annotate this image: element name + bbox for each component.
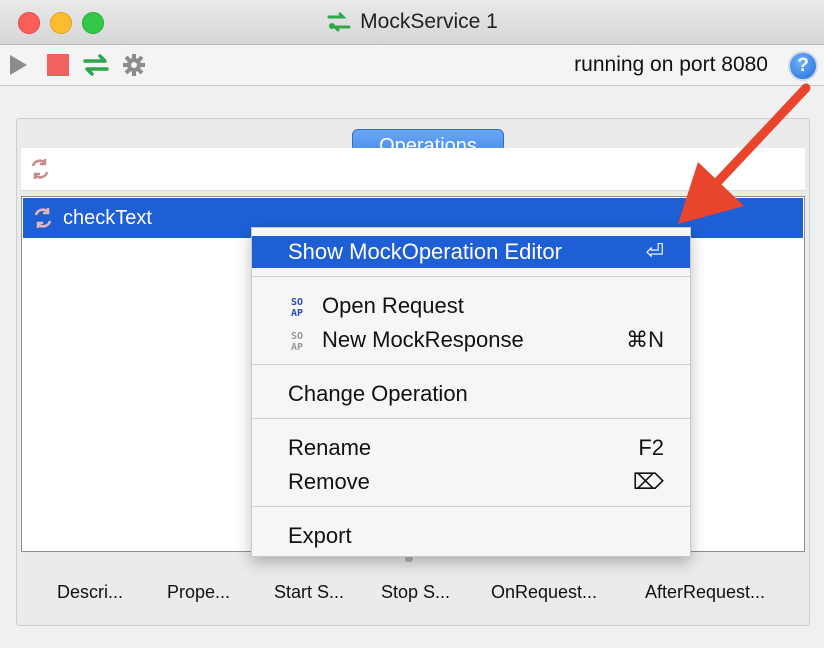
operation-icon[interactable]: [29, 158, 51, 180]
menu-item-export[interactable]: Export: [252, 520, 690, 552]
tab-stop-script[interactable]: Stop S...: [381, 582, 450, 603]
menu-separator: [252, 418, 690, 419]
stop-button[interactable]: [44, 51, 72, 79]
gear-icon: [123, 54, 145, 76]
menu-separator: [252, 506, 690, 507]
svg-text:SO: SO: [291, 297, 303, 308]
shortcut-label: ⌘N: [626, 327, 664, 352]
menu-item-label: Remove: [288, 469, 370, 494]
window-title: MockService 1: [360, 10, 498, 33]
start-button[interactable]: [4, 51, 32, 79]
svg-text:SO: SO: [291, 331, 303, 342]
delete-key-icon: ⌦: [632, 469, 664, 494]
menu-item-label: Rename: [288, 435, 372, 460]
restart-button[interactable]: [82, 51, 110, 79]
tab-start-script[interactable]: Start S...: [274, 582, 344, 603]
menu-item-label: Open Request: [322, 293, 464, 318]
menu-item-label: Export: [288, 523, 352, 548]
operation-icon: [34, 208, 52, 228]
play-icon: [10, 55, 27, 75]
return-icon: ⏎: [645, 239, 664, 264]
menu-item-change-operation[interactable]: Change Operation: [252, 378, 690, 410]
menu-item-show-mockoperation-editor[interactable]: Show MockOperation Editor ⏎: [252, 236, 690, 268]
shortcut-label: F2: [638, 435, 664, 460]
tab-description[interactable]: Descri...: [57, 582, 123, 603]
annotation-arrow-icon: [678, 83, 811, 224]
menu-item-open-request[interactable]: SO AP Open Request: [252, 290, 690, 322]
menu-item-label: Change Operation: [288, 381, 468, 406]
mockservice-icon: [327, 12, 351, 32]
menu-item-new-mockresponse[interactable]: SO AP New MockResponse ⌘N: [252, 324, 690, 356]
help-icon: ?: [797, 55, 809, 76]
title-bar: MockService 1: [0, 0, 824, 45]
mockservice-window: MockService 1 running on port 8080 ? Ope…: [0, 0, 824, 648]
menu-item-label: New MockResponse: [322, 327, 524, 352]
svg-text:AP: AP: [291, 308, 303, 319]
swap-arrows-icon: [83, 54, 109, 76]
context-menu: Show MockOperation Editor ⏎ SO AP Open R…: [251, 227, 691, 557]
menu-item-remove[interactable]: Remove ⌦: [252, 466, 690, 498]
soap-icon: SO AP: [291, 297, 303, 319]
service-status: running on port 8080: [574, 53, 768, 76]
bottom-tab-bar: Descri... Prope... Start S... Stop S... …: [21, 562, 805, 618]
tab-onrequest-script[interactable]: OnRequest...: [491, 582, 597, 603]
window-title-group: MockService 1: [0, 0, 824, 44]
operation-name: checkText: [63, 206, 152, 229]
tab-afterrequest-script[interactable]: AfterRequest...: [645, 582, 765, 603]
soap-icon: SO AP: [291, 331, 303, 353]
menu-item-rename[interactable]: Rename F2: [252, 432, 690, 464]
stop-icon: [47, 54, 69, 76]
menu-item-label: Show MockOperation Editor: [288, 239, 562, 264]
menu-separator: [252, 276, 690, 277]
tab-properties[interactable]: Prope...: [167, 582, 230, 603]
settings-button[interactable]: [120, 51, 148, 79]
svg-text:AP: AP: [291, 342, 303, 353]
menu-separator: [252, 364, 690, 365]
